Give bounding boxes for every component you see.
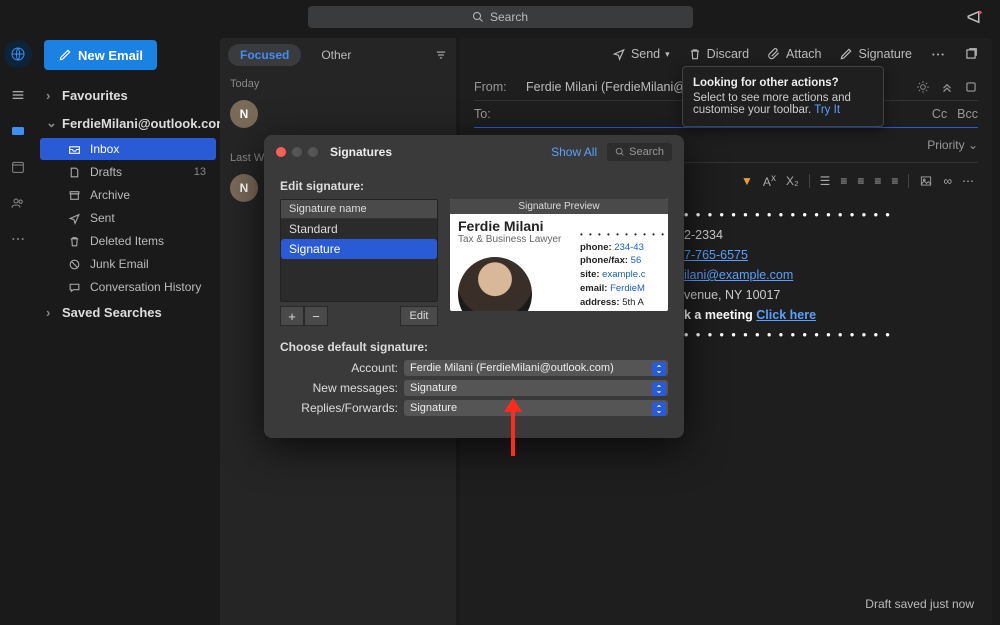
avatar: N <box>230 100 258 128</box>
replies-forwards-select[interactable]: Signature <box>404 400 668 416</box>
sig-fax[interactable]: 7-765-6575 <box>684 248 748 262</box>
signatures-dialog: Signatures Show All Search Edit signatur… <box>264 135 684 438</box>
edit-signature-label: Edit signature: <box>280 179 668 193</box>
people-icon[interactable] <box>9 194 27 212</box>
tab-other[interactable]: Other <box>309 44 363 66</box>
folder-junk[interactable]: Junk Email <box>40 253 216 275</box>
signature-button[interactable]: Signature <box>839 47 912 61</box>
expand-icon[interactable] <box>964 80 978 94</box>
search-placeholder: Search <box>490 10 528 24</box>
send-button[interactable]: Send▾ <box>612 47 670 61</box>
org-icon[interactable] <box>4 40 32 68</box>
section-today: Today <box>220 72 456 96</box>
avatar: N <box>230 174 258 202</box>
align-icon[interactable]: ≡ <box>891 174 898 188</box>
cc-button[interactable]: Cc <box>932 107 947 121</box>
activity-rail <box>0 34 36 625</box>
outdent-icon[interactable]: ≡ <box>857 174 864 188</box>
numbering-icon[interactable]: ≡ <box>840 174 847 188</box>
annotation-arrow <box>498 398 528 458</box>
signature-name-list: Signature name Standard Signature <box>280 199 438 302</box>
clear-format-icon[interactable]: Ax <box>763 173 776 189</box>
title-bar: Search <box>0 0 1000 34</box>
sig-click-here[interactable]: Click here <box>756 308 816 322</box>
message-item[interactable]: N <box>220 96 456 132</box>
add-signature-button[interactable]: + <box>280 306 304 326</box>
indent-icon[interactable]: ≡ <box>874 174 881 188</box>
theme-icon[interactable] <box>916 80 930 94</box>
attach-button[interactable]: Attach <box>767 47 821 61</box>
mail-icon[interactable] <box>9 122 27 140</box>
image-icon[interactable] <box>919 174 933 188</box>
folder-inbox[interactable]: Inbox <box>40 138 216 160</box>
bullets-icon[interactable]: ☰ <box>820 174 831 188</box>
folder-sidebar: New Email ›Favourites ⌄FerdieMilani@outl… <box>36 34 220 625</box>
signature-item-signature[interactable]: Signature <box>281 239 437 259</box>
subscript-icon[interactable]: X₂ <box>786 174 799 188</box>
sig-email[interactable]: ilani@example.com <box>684 268 793 282</box>
highlight-icon[interactable]: ▼ <box>741 174 753 188</box>
tab-focused[interactable]: Focused <box>228 44 301 66</box>
more-actions-icon[interactable] <box>930 52 946 57</box>
new-messages-select[interactable]: Signature <box>404 380 668 396</box>
edit-signature-button[interactable]: Edit <box>400 306 438 326</box>
saved-searches-header[interactable]: ›Saved Searches <box>36 299 220 326</box>
account-header[interactable]: ⌄FerdieMilani@outlook.com <box>36 109 220 137</box>
popout-icon[interactable] <box>964 47 978 61</box>
priority-dropdown[interactable]: Priority ⌄ <box>927 138 978 152</box>
avatar-photo <box>458 257 532 311</box>
folder-deleted[interactable]: Deleted Items <box>40 230 216 252</box>
bcc-button[interactable]: Bcc <box>957 107 978 121</box>
megaphone-icon[interactable] <box>966 8 984 26</box>
try-it-link[interactable]: Try It <box>814 104 840 116</box>
global-search[interactable]: Search <box>308 6 693 28</box>
hamburger-icon[interactable] <box>9 86 27 104</box>
show-all-button[interactable]: Show All <box>551 145 597 159</box>
collapse-icon[interactable] <box>940 80 954 94</box>
calendar-icon[interactable] <box>9 158 27 176</box>
folder-conversation[interactable]: Conversation History <box>40 276 216 298</box>
filter-icon[interactable] <box>434 48 448 62</box>
discard-button[interactable]: Discard <box>688 47 749 61</box>
more-icon[interactable] <box>9 230 27 248</box>
choose-default-label: Choose default signature: <box>280 340 668 354</box>
draft-status: Draft saved just now <box>865 597 974 611</box>
link-icon[interactable]: ∞ <box>943 174 952 188</box>
signature-preview: Signature Preview Ferdie Milani Tax & Bu… <box>450 199 668 311</box>
favourites-header[interactable]: ›Favourites <box>36 82 220 109</box>
folder-archive[interactable]: Archive <box>40 184 216 206</box>
more-format-icon[interactable]: ⋯ <box>962 174 974 188</box>
folder-drafts[interactable]: Drafts13 <box>40 161 216 183</box>
remove-signature-button[interactable]: − <box>304 306 328 326</box>
account-select[interactable]: Ferdie Milani (FerdieMilani@outlook.com) <box>404 360 668 376</box>
window-controls[interactable] <box>276 147 318 157</box>
signature-item-standard[interactable]: Standard <box>281 219 437 239</box>
more-actions-popover: Looking for other actions? Select to see… <box>682 66 884 127</box>
folder-sent[interactable]: Sent <box>40 207 216 229</box>
new-email-button[interactable]: New Email <box>44 40 157 70</box>
dialog-search[interactable]: Search <box>607 143 672 161</box>
